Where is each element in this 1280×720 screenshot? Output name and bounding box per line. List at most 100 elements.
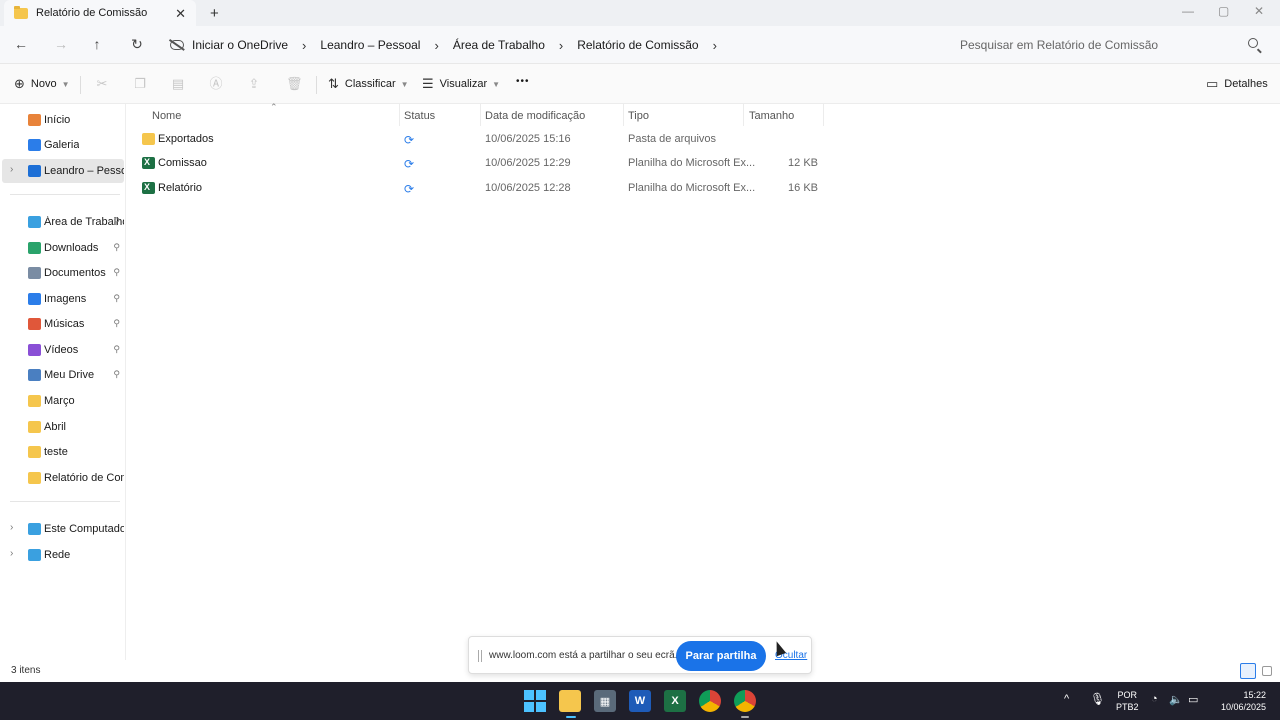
file-row[interactable]: Relatório ⟳ 10/06/2025 12:28 Planilha do Mi… — [126, 177, 826, 201]
rename-icon[interactable]: Ⓐ — [208, 76, 224, 92]
column-header-date[interactable]: Data de modificação — [485, 106, 585, 126]
stop-sharing-button[interactable]: Parar partilha — [676, 641, 766, 671]
up-button[interactable]: ↑ — [88, 35, 106, 53]
column-header-size[interactable]: Tamanho — [749, 106, 794, 126]
share-message: www.loom.com está a partilhar o seu ecrã… — [489, 650, 678, 661]
file-row[interactable]: Exportados ⟳ 10/06/2025 15:16 Pasta de arqu… — [126, 128, 826, 152]
tab-close-icon[interactable]: ✕ — [175, 6, 186, 22]
cut-icon[interactable]: ✂ — [94, 76, 110, 92]
language-indicator[interactable]: POR PTB2 — [1116, 689, 1139, 713]
file-name: Exportados — [158, 133, 214, 145]
search-input[interactable]: Pesquisar em Relatório de Comissão — [948, 31, 1272, 59]
sidebar-item[interactable]: Relatório de Comissão — [2, 466, 124, 490]
breadcrumb-item[interactable]: Leandro – Pessoal — [320, 38, 420, 52]
minimize-button[interactable]: — — [1182, 4, 1194, 18]
excel-file-icon — [142, 182, 155, 194]
volume-icon[interactable]: 🔈 — [1169, 693, 1183, 706]
refresh-button[interactable]: ↻ — [128, 35, 146, 53]
breadcrumb-separator-icon[interactable]: › — [434, 38, 438, 53]
file-name: Relatório — [158, 182, 203, 194]
drag-handle-icon[interactable] — [478, 650, 482, 662]
breadcrumb-item[interactable]: Iniciar o OneDrive — [192, 38, 288, 52]
delete-icon[interactable]: 🗑 — [286, 76, 303, 92]
chevron-down-icon: ▼ — [61, 79, 70, 89]
new-button[interactable]: ⊕ Novo ▼ — [14, 76, 70, 92]
new-tab-button[interactable]: + — [210, 5, 219, 22]
column-divider[interactable] — [623, 104, 624, 126]
sidebar-item[interactable]: Meu Drive ⚲ — [2, 363, 124, 387]
close-window-button[interactable]: ✕ — [1254, 4, 1264, 18]
breadcrumb-separator-icon[interactable]: › — [713, 38, 717, 53]
file-explorer-icon[interactable] — [559, 690, 581, 712]
sidebar-item[interactable]: Março — [2, 389, 124, 413]
breadcrumb-item[interactable]: Relatório de Comissão — [577, 38, 698, 52]
column-divider[interactable] — [823, 104, 824, 126]
sync-status-icon: ⟳ — [404, 157, 415, 171]
paste-icon[interactable]: ▤ — [170, 76, 186, 92]
sidebar-item-label: Meu Drive — [44, 369, 95, 381]
videos-icon — [28, 344, 41, 356]
sidebar-item[interactable]: teste — [2, 440, 124, 464]
column-divider[interactable] — [399, 104, 400, 126]
tab-relatorio-comissao[interactable]: Relatório de Comissão ✕ — [4, 0, 196, 26]
sidebar-item[interactable]: Músicas ⚲ — [2, 312, 124, 336]
calculator-icon[interactable]: ▦ — [594, 690, 616, 712]
expand-chevron-icon[interactable]: › — [10, 548, 13, 559]
sidebar-item[interactable]: Abril — [2, 415, 124, 439]
start-icon[interactable] — [524, 690, 546, 712]
sidebar-item[interactable]: Galeria — [2, 133, 124, 157]
breadcrumb-separator-icon[interactable]: › — [559, 38, 563, 53]
details-view-button[interactable] — [1240, 663, 1256, 679]
network-icon — [28, 549, 41, 561]
column-divider[interactable] — [480, 104, 481, 126]
active-indicator — [566, 716, 576, 718]
sidebar-item-label: Galeria — [44, 139, 80, 151]
sidebar-item[interactable]: Documentos ⚲ — [2, 261, 124, 285]
music-icon — [28, 318, 41, 330]
back-button[interactable]: ← — [12, 35, 30, 53]
expand-chevron-icon[interactable]: › — [10, 522, 13, 533]
sidebar-item[interactable]: › Rede — [2, 543, 124, 567]
tray-overflow-icon[interactable]: ^ — [1064, 693, 1069, 705]
sidebar-item[interactable]: › Este Computador — [2, 517, 124, 541]
battery-icon[interactable]: ▭ — [1188, 693, 1198, 706]
breadcrumb-item[interactable]: Área de Trabalho — [453, 38, 545, 52]
forward-button[interactable]: → — [52, 35, 70, 53]
sidebar-item[interactable]: Vídeos ⚲ — [2, 338, 124, 362]
tiles-view-button[interactable] — [1262, 666, 1272, 676]
maximize-button[interactable]: ▢ — [1218, 4, 1229, 18]
sidebar-divider — [10, 501, 120, 502]
sidebar-item[interactable]: Área de Trabalho ⚲ — [2, 210, 124, 234]
clock[interactable]: 15:22 10/06/2025 — [1212, 689, 1266, 713]
wifi-icon[interactable]: ◔ — [1151, 693, 1158, 705]
language-code: POR — [1117, 690, 1138, 700]
column-divider[interactable] — [743, 104, 744, 126]
sidebar-item-label: Relatório de Comissão — [44, 472, 124, 484]
sidebar-item-label: Área de Trabalho — [44, 216, 124, 228]
column-header-type[interactable]: Tipo — [628, 106, 649, 126]
more-options-button[interactable]: ••• — [516, 76, 530, 87]
sidebar-item[interactable]: Downloads ⚲ — [2, 236, 124, 260]
share-icon[interactable]: ⇪ — [246, 76, 262, 92]
view-label: Visualizar — [439, 78, 488, 90]
sort-button[interactable]: ⇅ Classificar ▼ — [328, 76, 409, 92]
folder-icon — [28, 395, 41, 407]
chrome-icon[interactable] — [699, 690, 721, 712]
microphone-icon[interactable]: 🎙 — [1090, 692, 1105, 706]
excel-icon[interactable]: X — [664, 690, 686, 712]
sort-label: Classificar — [344, 78, 396, 90]
sidebar-item[interactable]: Início — [2, 108, 124, 132]
file-row[interactable]: Comissao ⟳ 10/06/2025 12:29 Planilha do Mic… — [126, 152, 826, 176]
chrome-profile-icon[interactable] — [734, 690, 756, 712]
expand-chevron-icon[interactable]: › — [10, 164, 13, 175]
sync-status-icon: ⟳ — [404, 182, 415, 196]
sidebar-item[interactable]: Imagens ⚲ — [2, 287, 124, 311]
view-button[interactable]: ☰ Visualizar ▼ — [422, 76, 500, 92]
copy-icon[interactable]: ❐ — [132, 76, 148, 92]
column-header-status[interactable]: Status — [404, 106, 435, 126]
word-icon[interactable]: W — [629, 690, 651, 712]
details-pane-button[interactable]: ▭ Detalhes — [1206, 76, 1268, 92]
breadcrumb-separator-icon[interactable]: › — [302, 38, 306, 53]
column-header-name[interactable]: Nome — [152, 106, 181, 126]
sidebar-item[interactable]: › Leandro – Pessoal — [2, 159, 124, 183]
